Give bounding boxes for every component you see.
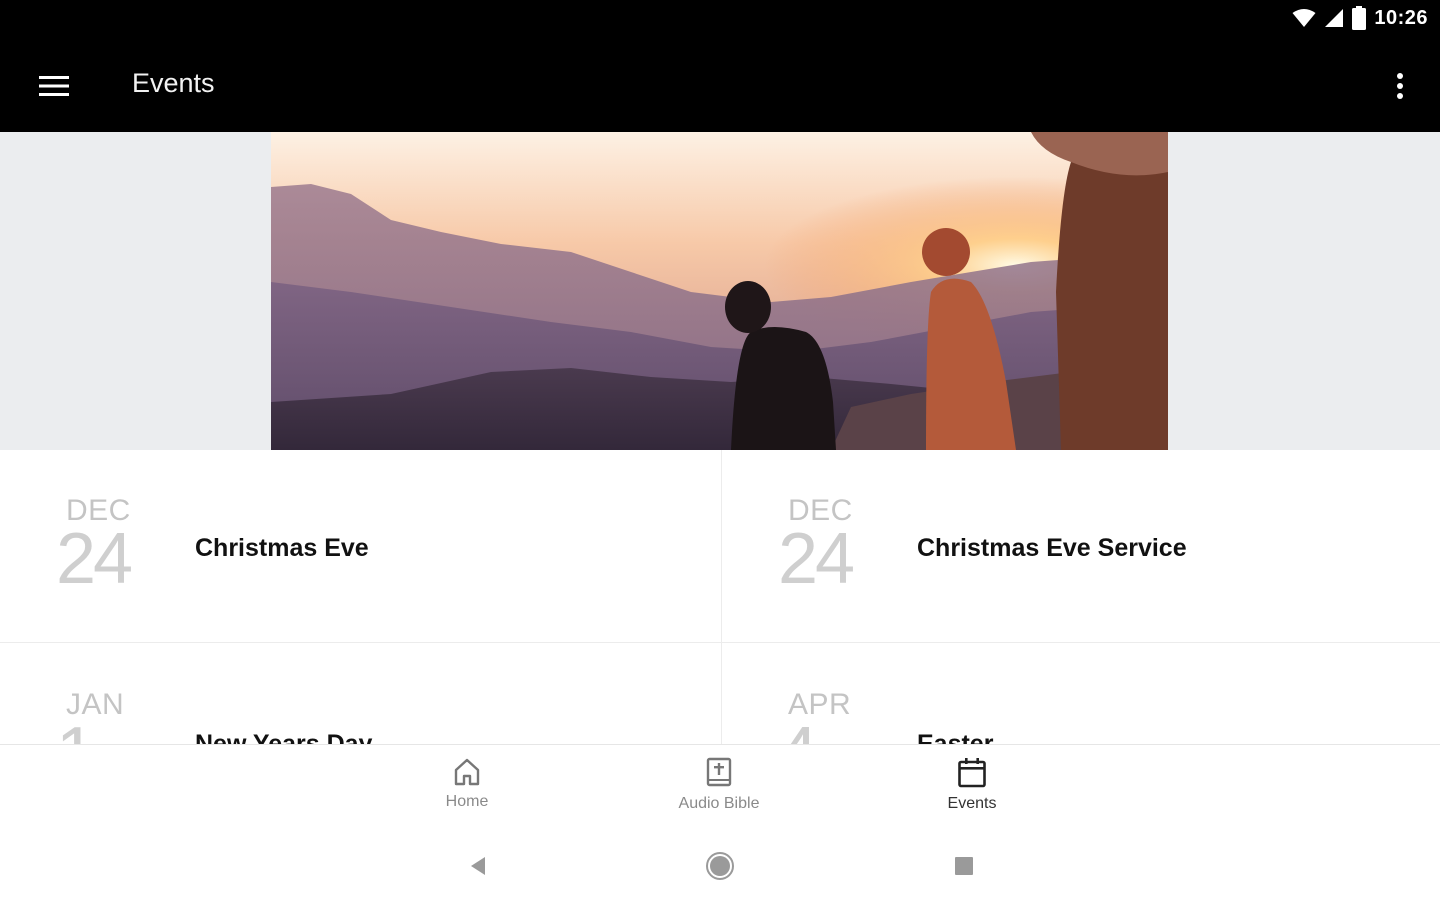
event-item-easter[interactable]: APR 4 Easter — [722, 644, 1440, 744]
events-list: DEC 24 Christmas Eve DEC 24 Christmas Ev… — [0, 450, 1440, 744]
wifi-icon — [1292, 9, 1316, 27]
event-title: New Years Day — [195, 730, 373, 744]
event-day: 24 — [56, 519, 133, 599]
status-clock: 10:26 — [1374, 6, 1428, 29]
hero-image — [271, 132, 1168, 450]
back-button[interactable] — [458, 848, 498, 884]
calendar-icon — [958, 758, 986, 788]
sunset-mountain-photo — [271, 132, 1168, 450]
more-vert-icon — [1397, 73, 1403, 99]
home-icon — [454, 758, 480, 786]
event-title: Easter — [917, 730, 994, 744]
event-day: 4 — [778, 713, 818, 744]
bible-icon — [706, 757, 732, 787]
nav-audio-bible-label: Audio Bible — [678, 795, 760, 812]
cellular-signal-icon — [1325, 9, 1344, 27]
hamburger-menu-icon — [39, 76, 69, 96]
event-day: 24 — [778, 519, 855, 599]
bottom-navigation: Home Audio Bible Events — [0, 744, 1440, 826]
page-title: Events — [132, 68, 215, 98]
menu-button[interactable] — [24, 60, 84, 112]
app-bar: Events — [0, 40, 1440, 132]
nav-events-label: Events — [947, 795, 997, 812]
recents-button[interactable] — [944, 848, 984, 884]
recents-square-icon — [955, 857, 973, 875]
status-icons: 10:26 — [1292, 6, 1428, 30]
nav-audio-bible[interactable]: Audio Bible — [644, 757, 794, 813]
home-circle-icon — [706, 852, 734, 880]
overflow-menu-button[interactable] — [1380, 60, 1420, 112]
event-item-christmas-eve-service[interactable]: DEC 24 Christmas Eve Service — [722, 450, 1440, 644]
event-title: Christmas Eve Service — [917, 534, 1187, 562]
nav-home-label: Home — [445, 793, 489, 810]
nav-home[interactable]: Home — [392, 757, 542, 811]
back-triangle-icon — [471, 857, 485, 875]
event-title: Christmas Eve — [195, 534, 369, 562]
system-navigation-bar — [0, 826, 1440, 900]
battery-icon — [1352, 6, 1367, 30]
event-day: 1 — [56, 713, 96, 744]
event-item-new-years-day[interactable]: JAN 1 New Years Day — [0, 644, 720, 744]
nav-events[interactable]: Events — [897, 757, 1047, 813]
event-item-christmas-eve[interactable]: DEC 24 Christmas Eve — [0, 450, 720, 644]
home-system-button[interactable] — [700, 848, 740, 884]
status-bar: 10:26 — [0, 0, 1440, 40]
